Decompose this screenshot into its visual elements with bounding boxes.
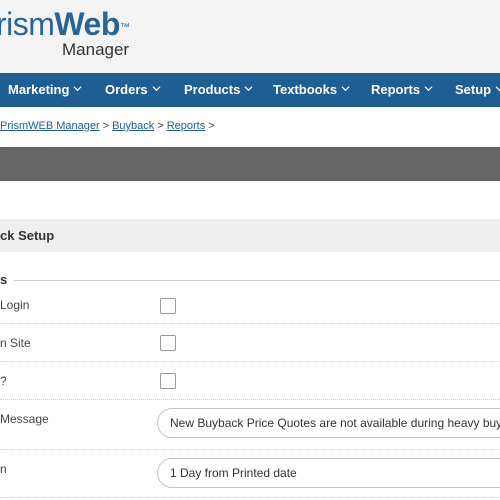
breadcrumb-separator: > [102,120,110,132]
nav-item-label: Products [184,82,241,97]
nav-item-label: Reports [371,82,421,97]
site-checkbox[interactable] [160,335,176,351]
section-title: ck Setup [0,228,55,243]
nav-item-orders[interactable]: Orders [105,73,161,107]
field-label: Message [0,412,49,426]
prismweb-logo[interactable]: rismWeb™ [0,6,130,42]
nav-item-label: Marketing [8,82,70,97]
message-input[interactable]: New Buyback Price Quotes are not availab… [157,408,500,438]
breadcrumb: PrismWEB Manager > Buyback > Reports > [0,120,218,136]
field-label: Login [0,298,30,312]
fieldset-legend-text: s [0,272,8,287]
chevron-down-icon [73,86,82,92]
nav-item-marketing[interactable]: Marketing [8,73,82,107]
page-toolbar-bar [0,147,500,181]
chevron-down-icon [424,86,433,92]
field-label: n Site [0,336,31,350]
nav-item-setup[interactable]: Setup [455,73,500,107]
logo-text-bold: Web [54,6,120,42]
breadcrumb-link-home[interactable]: PrismWEB Manager [0,120,100,132]
breadcrumb-link-buyback[interactable]: Buyback [112,120,154,132]
nav-item-label: Orders [105,82,148,97]
field-label: ? [0,374,7,388]
nav-item-reports[interactable]: Reports [371,73,433,107]
form-row-site: n Site [0,324,500,362]
chevron-down-icon [244,86,253,92]
nav-item-label: Textbooks [273,82,338,97]
fieldset-divider [14,280,500,281]
option-checkbox[interactable] [160,373,176,389]
expiration-input[interactable]: 1 Day from Printed date [157,458,500,488]
fieldset-legend: s [0,272,500,288]
chevron-down-icon [341,86,350,92]
breadcrumb-link-reports[interactable]: Reports [167,120,206,132]
field-label: n [0,462,7,476]
app-header: rismWeb™ Manager [0,0,500,73]
login-checkbox[interactable] [160,298,176,314]
chevron-down-icon [152,86,161,92]
nav-item-label: Setup [455,82,492,97]
main-nav: Marketing Orders Products Textbooks Repo… [0,73,500,107]
form-row-expiration: n 1 Day from Printed date [0,450,500,498]
section-header: ck Setup [0,219,500,252]
chevron-down-icon [495,86,500,92]
form-row-message: Message New Buyback Price Quotes are not… [0,400,500,450]
form-row-question: ? [0,362,500,400]
nav-item-products[interactable]: Products [184,73,253,107]
nav-item-textbooks[interactable]: Textbooks [273,73,350,107]
breadcrumb-separator: > [208,120,215,132]
row-divider [0,497,500,498]
breadcrumb-separator: > [157,120,164,132]
logo-trademark: ™ [119,22,130,33]
logo-text-light: rism [0,6,55,42]
logo-subtitle: Manager [62,40,130,59]
form-row-login: Login [0,288,500,324]
